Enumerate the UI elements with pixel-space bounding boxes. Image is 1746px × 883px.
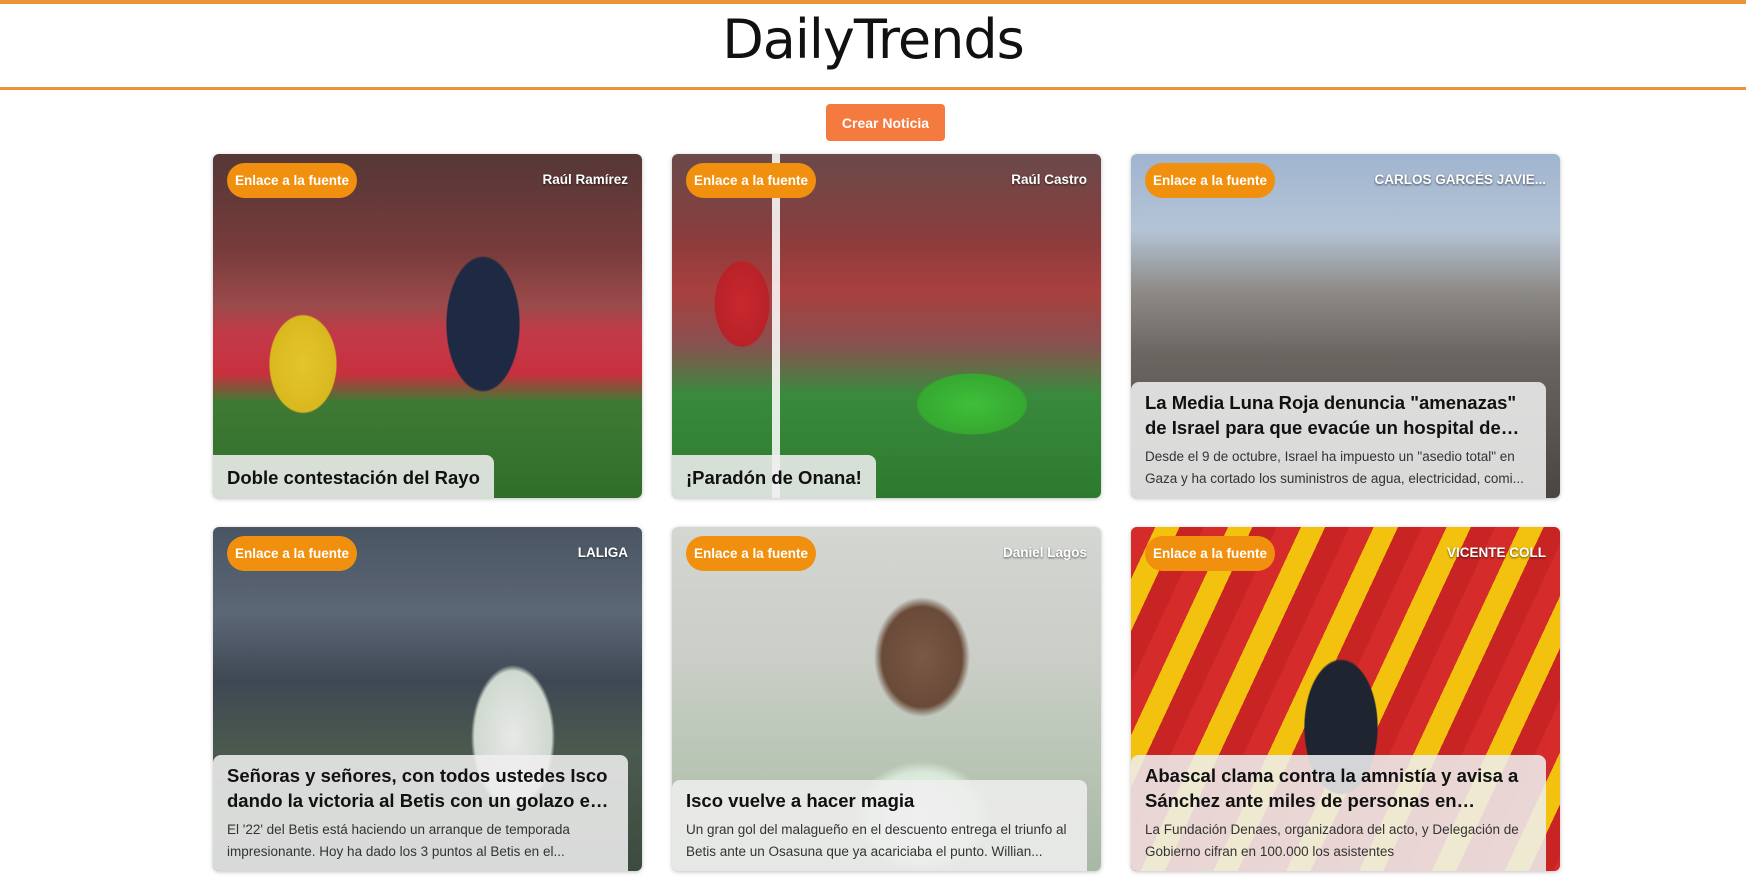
card-title: La Media Luna Roja denuncia "amenazas" d… xyxy=(1145,392,1517,438)
card-caption: La Media Luna Roja denuncia "amenazas" d… xyxy=(1131,382,1546,498)
news-card[interactable]: Enlace a la fuente VICENTE COLL Abascal … xyxy=(1131,527,1560,871)
author-name: Raúl Castro xyxy=(1011,172,1087,187)
card-image xyxy=(213,154,642,498)
source-link[interactable]: Enlace a la fuente xyxy=(686,163,817,198)
card-caption: Señoras y señores, con todos ustedes Isc… xyxy=(213,755,628,871)
source-link[interactable]: Enlace a la fuente xyxy=(686,536,817,571)
site-header: DailyTrends xyxy=(0,0,1746,90)
news-card[interactable]: Enlace a la fuente Raúl Ramírez Doble co… xyxy=(213,154,642,498)
source-link[interactable]: Enlace a la fuente xyxy=(227,536,358,571)
author-name: CARLOS GARCÉS JAVIE... xyxy=(1374,172,1546,187)
card-title: Señoras y señores, con todos ustedes Isc… xyxy=(227,765,608,811)
card-description: Un gran gol del malagueño en el descuent… xyxy=(686,822,1067,859)
source-link[interactable]: Enlace a la fuente xyxy=(227,163,358,198)
card-title: Isco vuelve a hacer magia xyxy=(686,790,915,811)
source-link[interactable]: Enlace a la fuente xyxy=(1145,536,1276,571)
site-title: DailyTrends xyxy=(722,8,1025,71)
news-grid: Enlace a la fuente Raúl Ramírez Doble co… xyxy=(213,154,1560,871)
news-card[interactable]: Enlace a la fuente CARLOS GARCÉS JAVIE..… xyxy=(1131,154,1560,498)
card-caption: Doble contestación del Rayo xyxy=(213,455,494,498)
author-name: Daniel Lagos xyxy=(1002,545,1087,560)
card-image xyxy=(672,154,1101,498)
news-card[interactable]: Enlace a la fuente Raúl Castro ¡Paradón … xyxy=(672,154,1101,498)
card-caption: ¡Paradón de Onana! xyxy=(672,455,876,498)
card-title: Abascal clama contra la amnistía y avisa… xyxy=(1145,765,1519,811)
card-caption: Isco vuelve a hacer magia Un gran gol de… xyxy=(672,780,1087,871)
card-title: ¡Paradón de Onana! xyxy=(686,467,862,488)
card-caption: Abascal clama contra la amnistía y avisa… xyxy=(1131,755,1546,871)
create-news-button[interactable]: Crear Noticia xyxy=(826,104,945,141)
card-description: La Fundación Denaes, organizadora del ac… xyxy=(1145,822,1519,859)
card-description: El '22' del Betis está haciendo un arran… xyxy=(227,822,570,859)
source-link[interactable]: Enlace a la fuente xyxy=(1145,163,1276,198)
author-name: VICENTE COLL xyxy=(1446,545,1546,560)
news-card[interactable]: Enlace a la fuente LALIGA Señoras y seño… xyxy=(213,527,642,871)
author-name: LALIGA xyxy=(577,545,628,560)
author-name: Raúl Ramírez xyxy=(542,172,628,187)
news-card[interactable]: Enlace a la fuente Daniel Lagos Isco vue… xyxy=(672,527,1101,871)
card-description: Desde el 9 de octubre, Israel ha impuest… xyxy=(1145,449,1524,486)
card-title: Doble contestación del Rayo xyxy=(227,467,480,488)
